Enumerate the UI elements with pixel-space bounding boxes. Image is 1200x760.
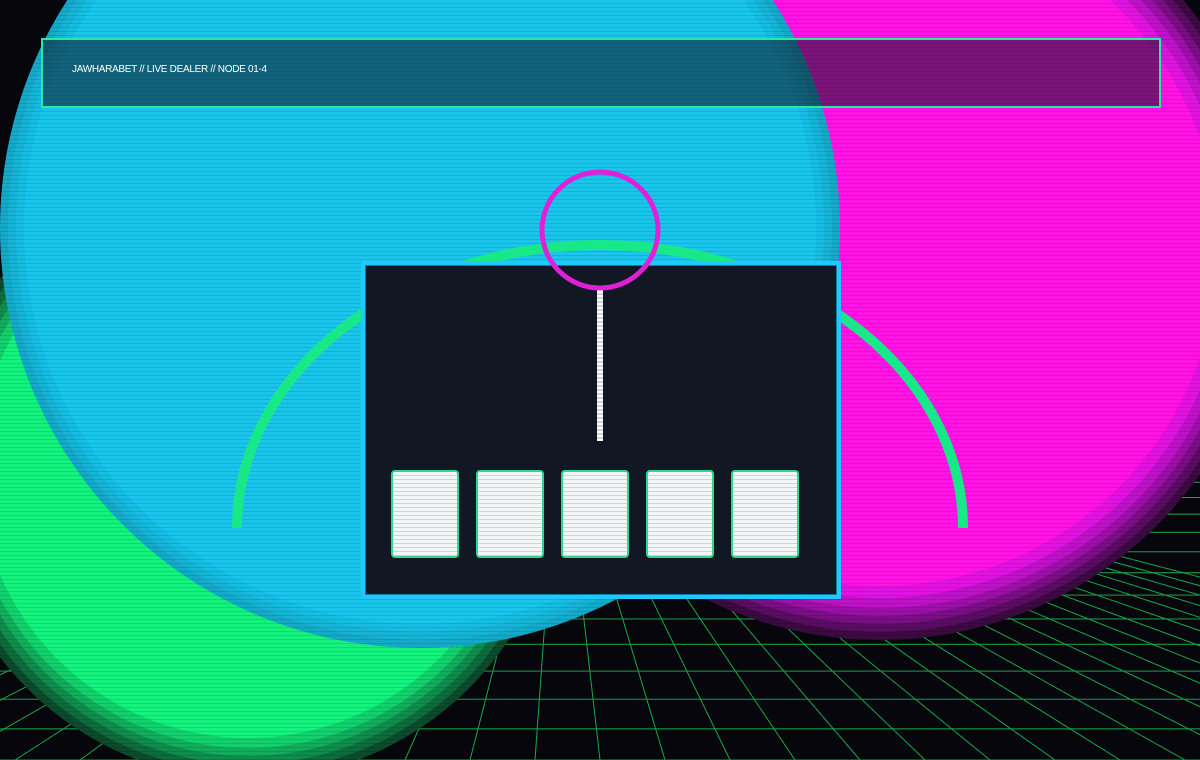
card-slot-3[interactable] (561, 470, 629, 558)
card-slot-5[interactable] (731, 470, 799, 558)
card-slot-1[interactable] (391, 470, 459, 558)
game-stage: JAWHARABET // LIVE DEALER // NODE 01-4 (0, 0, 1200, 760)
dealer-table-panel (361, 261, 841, 599)
card-slot-4[interactable] (646, 470, 714, 558)
card-slot-2[interactable] (476, 470, 544, 558)
header-title: JAWHARABET // LIVE DEALER // NODE 01-4 (72, 64, 267, 75)
header-bar: JAWHARABET // LIVE DEALER // NODE 01-4 (41, 38, 1161, 108)
